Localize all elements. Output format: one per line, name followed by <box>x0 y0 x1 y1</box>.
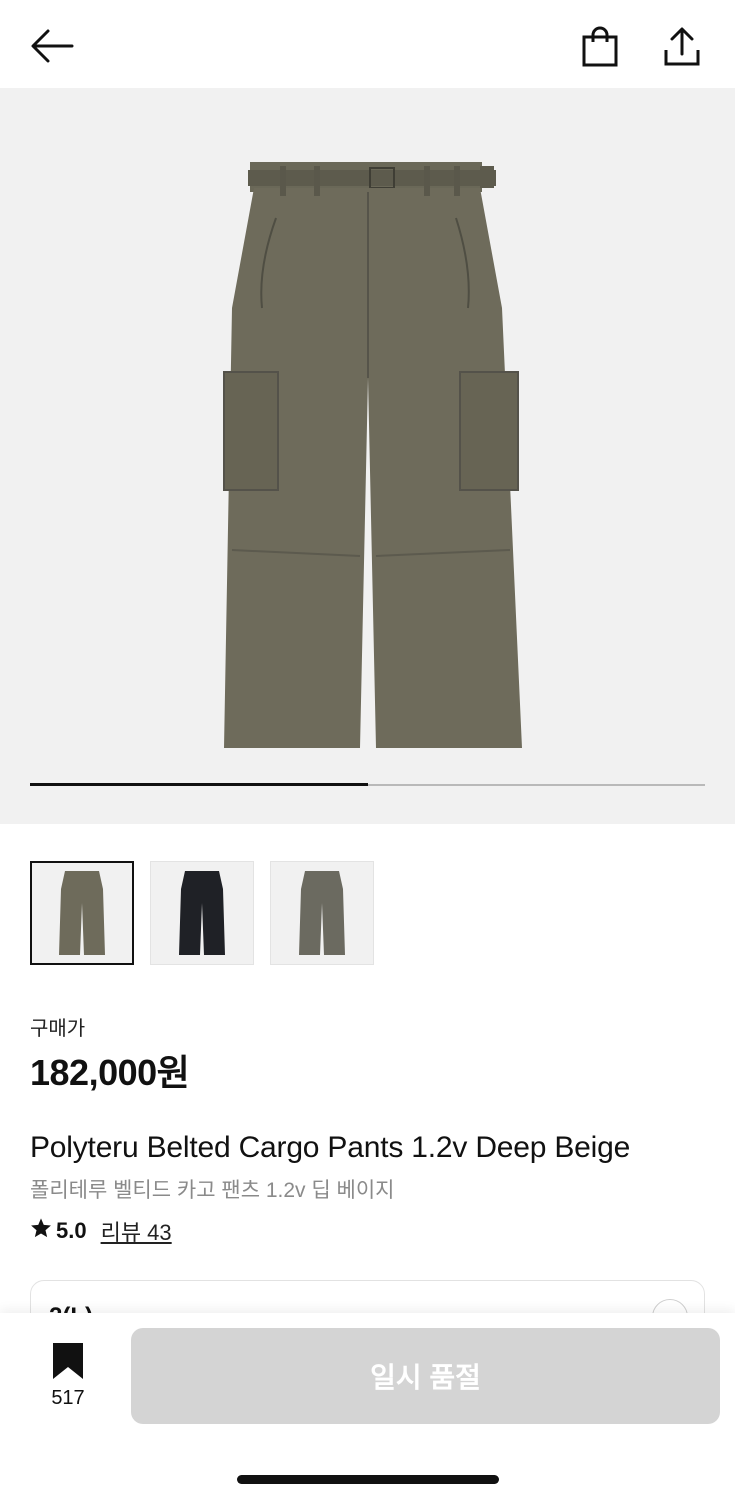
product-title-korean: 폴리테루 벨티드 카고 팬츠 1.2v 딥 베이지 <box>30 1179 395 1202</box>
product-image-carousel[interactable] <box>0 88 735 824</box>
image-progress-fill <box>30 783 368 786</box>
price-label: 구매가 <box>30 1018 86 1040</box>
thumbnail-black[interactable] <box>150 861 254 965</box>
thumbnail-deep-beige[interactable] <box>30 861 134 965</box>
bottom-action-bar: 517 일시 품절 <box>0 1313 735 1500</box>
star-icon <box>30 1217 52 1245</box>
rating-row: 5.0 리뷰 43 <box>30 1216 172 1246</box>
thumbnail-pants-image <box>59 871 105 955</box>
back-arrow-icon[interactable] <box>30 28 74 69</box>
thumbnail-pants-image <box>299 871 345 955</box>
review-link[interactable]: 리뷰 43 <box>101 1215 172 1247</box>
thumbnail-pants-image <box>179 871 225 955</box>
shopping-bag-icon[interactable] <box>581 26 619 73</box>
image-progress-bar <box>30 783 705 786</box>
bookmark-button[interactable]: 517 <box>40 1341 96 1413</box>
share-icon[interactable] <box>662 26 702 73</box>
product-price: 182,000원 <box>30 1052 190 1093</box>
bookmark-count: 517 <box>51 1387 85 1409</box>
product-title-english: Polyteru Belted Cargo Pants 1.2v Deep Be… <box>30 1131 631 1164</box>
soldout-button[interactable]: 일시 품절 <box>131 1328 720 1424</box>
thumbnail-gray-khaki[interactable] <box>270 861 374 965</box>
top-navigation-bar <box>0 0 735 88</box>
rating-score: 5.0 <box>56 1218 87 1243</box>
product-image <box>223 162 522 748</box>
bookmark-icon <box>53 1343 83 1379</box>
home-indicator <box>237 1475 499 1484</box>
